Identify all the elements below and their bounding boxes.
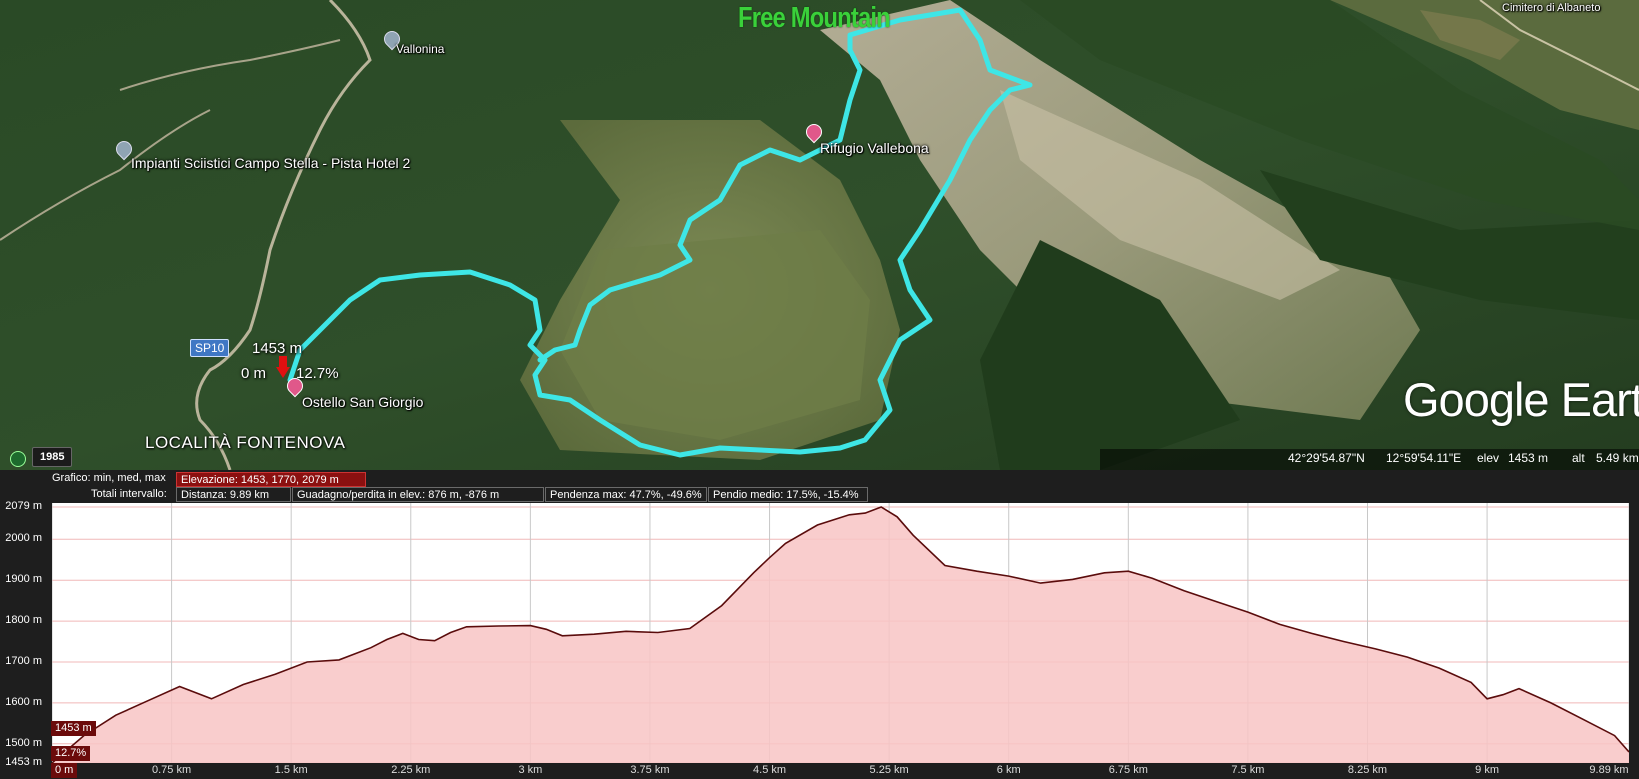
x-tick-label: 1.5 km [274, 764, 308, 776]
distance-box[interactable]: Distanza: 9.89 km [176, 487, 291, 502]
brand-watermark: Free Mountain [738, 2, 891, 34]
y-tick-label: 2079 m [5, 500, 42, 512]
elevation-area [52, 507, 1629, 763]
status-elev-value: 1453 m [1508, 451, 1549, 465]
satellite-imagery [0, 0, 1639, 470]
status-elev-label: elev [1477, 451, 1500, 465]
google-earth-watermark: Google Earth [1403, 373, 1639, 426]
place-label-rifugio[interactable]: Rifugio Vallebona [820, 140, 929, 156]
y-tick-label: 1700 m [5, 654, 42, 667]
y-tick-label: 1500 m [5, 736, 42, 749]
x-tick-label: 8.25 km [1347, 764, 1388, 776]
marker-distance-label: 0 m [241, 365, 267, 382]
marker-grade-label: 12.7% [296, 365, 339, 382]
status-bar [1100, 449, 1639, 470]
x-tick-label: 9 km [1475, 764, 1499, 776]
cursor-distance-box: 0 m [51, 763, 78, 778]
marker-elevation-label: 1453 m [252, 340, 303, 357]
place-label-ostello[interactable]: Ostello San Giorgio [302, 394, 423, 410]
y-tick-label: 1900 m [5, 573, 42, 586]
x-tick-label: 9.89 km [1589, 764, 1629, 776]
x-tick-label: 4.5 km [753, 764, 787, 776]
elevation-stats-box[interactable]: Elevazione: 1453, 1770, 2079 m [176, 472, 366, 487]
elevation-profile-chart[interactable] [52, 503, 1629, 763]
x-tick-label: 3.75 km [630, 764, 670, 776]
x-tick-label: 0.75 km [152, 764, 192, 776]
status-alt-label: alt [1572, 451, 1585, 465]
road-shield-sp10: SP10 [190, 339, 230, 357]
y-tick-label: 2000 m [5, 532, 42, 545]
x-tick-label: 5.25 km [869, 764, 909, 776]
elevation-gain-box[interactable]: Guadagno/perdita in elev.: 876 m, -876 m [292, 487, 544, 502]
status-latitude: 42°29'54.87"N [1288, 451, 1365, 465]
x-tick-label: 6.75 km [1108, 764, 1148, 776]
avg-slope-box[interactable]: Pendio medio: 17.5%, -15.4% [708, 487, 868, 502]
range-totals-label: Totali intervallo: [91, 488, 167, 500]
y-tick-label: 1453 m [5, 756, 42, 768]
y-tick-label: 1600 m [5, 695, 42, 708]
x-tick-label: 2.25 km [391, 764, 431, 776]
y-tick-label: 1800 m [5, 614, 42, 627]
historical-imagery-icon[interactable] [10, 451, 26, 467]
cursor-elevation-box: 1453 m [51, 721, 96, 736]
place-label-vallonina[interactable]: Vallonina [396, 42, 444, 56]
place-label-cimitero[interactable]: Cimitero di Albaneto [1502, 2, 1600, 14]
locality-label: LOCALITÀ FONTENOVA [145, 433, 346, 452]
max-slope-box[interactable]: Pendenza max: 47.7%, -49.6% [545, 487, 707, 502]
x-tick-label: 3 km [518, 764, 543, 776]
status-longitude: 12°59'54.11"E [1386, 451, 1462, 465]
x-tick-label: 6 km [996, 764, 1021, 776]
cursor-grade-box: 12.7% [51, 746, 91, 761]
position-arrow-icon [276, 356, 290, 378]
status-alt-value: 5.49 km [1596, 451, 1639, 465]
history-year-badge[interactable]: 1985 [32, 447, 73, 467]
map-view[interactable]: Free Mountain Vallonina Impianti Sciisti… [0, 0, 1639, 470]
place-label-impianti[interactable]: Impianti Sciistici Campo Stella - Pista … [131, 155, 410, 171]
chart-stats-label: Grafico: min, med, max [52, 472, 166, 484]
x-tick-label: 7.5 km [1231, 764, 1265, 776]
